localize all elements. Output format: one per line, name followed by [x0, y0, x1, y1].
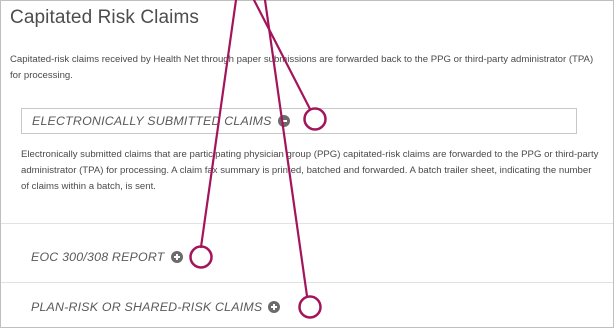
section-body-electronically-submitted-claims: Electronically submitted claims that are…: [21, 149, 599, 192]
intro-text: Capitated-risk claims received by Health…: [10, 54, 594, 81]
section-title: ELECTRONICALLY SUBMITTED CLAIMS: [32, 114, 272, 128]
plus-circle-icon[interactable]: [170, 251, 183, 263]
plus-circle-icon[interactable]: [268, 301, 281, 313]
section-header-electronically-submitted-claims[interactable]: ELECTRONICALLY SUBMITTED CLAIMS: [21, 108, 577, 134]
section-header-plan-risk-or-shared-risk-claims[interactable]: PLAN-RISK OR SHARED-RISK CLAIMS: [31, 294, 281, 320]
section-header-eoc-300-308-report[interactable]: EOC 300/308 REPORT: [31, 244, 183, 270]
divider: [1, 223, 613, 224]
minus-circle-icon[interactable]: [277, 115, 290, 127]
section-title: PLAN-RISK OR SHARED-RISK CLAIMS: [31, 300, 263, 314]
page-title: Capitated Risk Claims: [10, 7, 199, 28]
section-title: EOC 300/308 REPORT: [31, 250, 165, 264]
divider: [1, 282, 613, 283]
content-panel: Capitated Risk Claims Capitated-risk cla…: [0, 0, 614, 328]
